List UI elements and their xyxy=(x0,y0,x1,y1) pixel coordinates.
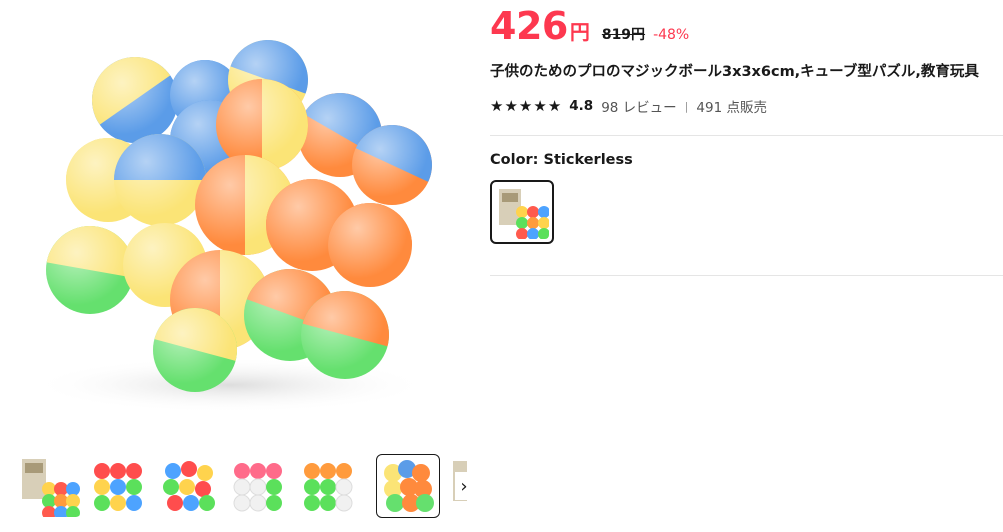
price-row: 426 円 819円 -48% xyxy=(490,4,689,48)
star-icon: ★ xyxy=(533,97,547,115)
thumbnail-pastel-ball-cube[interactable] xyxy=(376,454,440,518)
ball xyxy=(216,79,308,171)
current-price: 426 xyxy=(490,4,568,48)
separator: | xyxy=(684,99,689,113)
rating-row: ★ ★ ★ ★ ★ 4.8 98 レビュー | 491 点販売 xyxy=(490,96,767,116)
thumbnail-orange-green-cube[interactable] xyxy=(298,454,362,518)
thumbnail-white-pink-cube[interactable] xyxy=(228,454,292,518)
magic-ball-cube-image xyxy=(30,28,446,413)
star-icon: ★ xyxy=(504,97,518,115)
ball xyxy=(75,40,178,143)
currency-unit: 円 xyxy=(569,20,590,44)
color-label: Color: Stickerless xyxy=(490,152,633,168)
original-price: 819円 xyxy=(601,27,646,43)
sold-count: 491 点販売 xyxy=(696,100,767,116)
divider xyxy=(490,275,1003,276)
main-product-image[interactable] xyxy=(0,0,470,440)
star-icon: ★ xyxy=(490,97,504,115)
review-count-link[interactable]: 98 レビュー xyxy=(601,96,676,116)
thumbnail-twisted-cube[interactable] xyxy=(158,454,222,518)
discount-badge: -48% xyxy=(653,27,690,43)
star-icon: ★ xyxy=(547,97,562,115)
thumbnail-strip: › xyxy=(18,454,473,520)
swatch-image xyxy=(499,189,549,239)
divider xyxy=(490,135,1003,136)
product-title: 子供のためのプロのマジックボール3x3x6cm,キューブ型パズル,教育玩具 xyxy=(490,64,979,80)
star-icon: ★ xyxy=(518,97,533,115)
product-gallery: › xyxy=(0,0,473,532)
ball xyxy=(114,134,206,226)
thumbnail-box-and-cube[interactable] xyxy=(18,454,82,518)
chevron-right-icon[interactable]: › xyxy=(455,472,473,500)
rating-stars: ★ ★ ★ ★ ★ xyxy=(490,96,561,116)
color-swatch-stickerless[interactable] xyxy=(490,180,554,244)
ball xyxy=(328,203,412,287)
rating-score: 4.8 xyxy=(569,98,594,114)
thumbnail-rainbow-cube[interactable] xyxy=(88,454,152,518)
